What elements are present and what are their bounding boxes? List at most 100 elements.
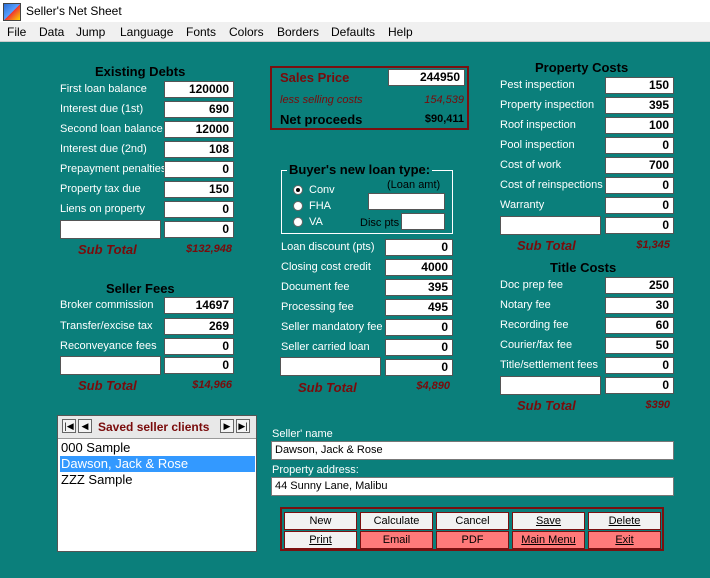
second-loan-field[interactable]: 12000 xyxy=(164,121,234,138)
custom-debt-field[interactable]: 0 xyxy=(164,221,234,238)
disc-pts-label: Disc pts xyxy=(360,217,400,229)
first-loan-label: First loan balance xyxy=(60,83,147,95)
new-button[interactable]: New xyxy=(284,512,357,530)
window-title: Seller's Net Sheet xyxy=(26,4,122,18)
loan-conv-radio[interactable] xyxy=(293,185,303,195)
property-address-field[interactable]: 44 Sunny Lane, Malibu xyxy=(271,477,674,496)
menu-defaults[interactable]: Defaults xyxy=(331,25,375,39)
exit-button[interactable]: Exit xyxy=(588,531,661,549)
loan-discount-field[interactable]: 0 xyxy=(385,239,453,256)
custom-middle-label-input[interactable] xyxy=(280,357,381,376)
prev-record-button[interactable]: ◀ xyxy=(78,419,92,433)
property-tax-field[interactable]: 150 xyxy=(164,181,234,198)
pool-inspection-field[interactable]: 0 xyxy=(605,137,674,154)
net-proceeds-label: Net proceeds xyxy=(280,112,363,127)
property-tax-label: Property tax due xyxy=(60,183,141,195)
loan-fha-radio[interactable] xyxy=(293,201,303,211)
custom-debt-label-input[interactable] xyxy=(60,220,161,239)
client-list-item[interactable]: 000 Sample xyxy=(60,440,255,456)
menu-colors[interactable]: Colors xyxy=(229,25,264,39)
document-fee-field[interactable]: 395 xyxy=(385,279,453,296)
menu-file[interactable]: File xyxy=(7,25,26,39)
app-icon xyxy=(3,3,21,21)
loan-conv-label: Conv xyxy=(309,184,335,196)
reconveyance-label: Reconveyance fees xyxy=(60,340,157,352)
custom-middle-field[interactable]: 0 xyxy=(385,359,453,376)
prepayment-label: Prepayment penalties xyxy=(60,163,167,175)
menu-language[interactable]: Language xyxy=(120,25,173,39)
menu-fonts[interactable]: Fonts xyxy=(186,25,216,39)
settlement-fees-field[interactable]: 0 xyxy=(605,357,674,374)
last-record-button[interactable]: ▶| xyxy=(236,419,250,433)
reconveyance-field[interactable]: 0 xyxy=(164,338,234,355)
recording-fee-label: Recording fee xyxy=(500,319,569,331)
reinspections-label: Cost of reinspections xyxy=(500,179,603,191)
custom-property-field[interactable]: 0 xyxy=(605,217,674,234)
disc-pts-field[interactable] xyxy=(401,213,445,230)
client-list-item[interactable]: ZZZ Sample xyxy=(60,472,255,488)
processing-fee-field[interactable]: 495 xyxy=(385,299,453,316)
title-subtotal-label: Sub Total xyxy=(517,398,576,413)
pest-inspection-label: Pest inspection xyxy=(500,79,575,91)
seller-name-field[interactable]: Dawson, Jack & Rose xyxy=(271,441,674,460)
liens-field[interactable]: 0 xyxy=(164,201,234,218)
custom-title-label-input[interactable] xyxy=(500,376,601,395)
property-subtotal-value: $1,345 xyxy=(636,239,670,251)
mandatory-fee-field[interactable]: 0 xyxy=(385,319,453,336)
closing-credit-field[interactable]: 4000 xyxy=(385,259,453,276)
warranty-field[interactable]: 0 xyxy=(605,197,674,214)
property-inspection-field[interactable]: 395 xyxy=(605,97,674,114)
email-button[interactable]: Email xyxy=(360,531,433,549)
print-button[interactable]: Print xyxy=(284,531,357,549)
cancel-button[interactable]: Cancel xyxy=(436,512,509,530)
courier-fee-label: Courier/fax fee xyxy=(500,339,573,351)
sales-price-field[interactable]: 244950 xyxy=(388,69,465,86)
fees-subtotal-label: Sub Total xyxy=(78,378,137,393)
loan-amt-label: (Loan amt) xyxy=(387,179,441,191)
first-loan-field[interactable]: 120000 xyxy=(164,81,234,98)
reinspections-field[interactable]: 0 xyxy=(605,177,674,194)
delete-button[interactable]: Delete xyxy=(588,512,661,530)
first-record-button[interactable]: |◀ xyxy=(62,419,76,433)
recording-fee-field[interactable]: 60 xyxy=(605,317,674,334)
carried-loan-field[interactable]: 0 xyxy=(385,339,453,356)
main-menu-button[interactable]: Main Menu xyxy=(512,531,585,549)
broker-commission-field[interactable]: 14697 xyxy=(164,297,234,314)
courier-fee-field[interactable]: 50 xyxy=(605,337,674,354)
custom-title-field[interactable]: 0 xyxy=(605,377,674,394)
prepayment-field[interactable]: 0 xyxy=(164,161,234,178)
notary-fee-field[interactable]: 30 xyxy=(605,297,674,314)
loan-va-radio[interactable] xyxy=(293,217,303,227)
custom-fee-field[interactable]: 0 xyxy=(164,357,234,374)
cost-of-work-field[interactable]: 700 xyxy=(605,157,674,174)
closing-credit-label: Closing cost credit xyxy=(281,261,371,273)
menu-data[interactable]: Data xyxy=(39,25,64,39)
notary-fee-label: Notary fee xyxy=(500,299,551,311)
loan-amount-field[interactable] xyxy=(368,193,445,210)
seller-name-label: Seller' name xyxy=(272,428,333,440)
custom-fee-label-input[interactable] xyxy=(60,356,161,375)
menu-help[interactable]: Help xyxy=(388,25,413,39)
warranty-label: Warranty xyxy=(500,199,545,211)
carried-loan-label: Seller carried loan xyxy=(281,341,370,353)
save-button[interactable]: Save xyxy=(512,512,585,530)
interest-1st-field[interactable]: 690 xyxy=(164,101,234,118)
custom-property-label-input[interactable] xyxy=(500,216,601,235)
loan-discount-label: Loan discount (pts) xyxy=(281,241,375,253)
calculate-button[interactable]: Calculate xyxy=(360,512,433,530)
next-record-button[interactable]: ▶ xyxy=(220,419,234,433)
title-costs-title: Title Costs xyxy=(550,260,617,275)
roof-inspection-field[interactable]: 100 xyxy=(605,117,674,134)
title-subtotal-value: $390 xyxy=(645,399,670,411)
interest-2nd-field[interactable]: 108 xyxy=(164,141,234,158)
transfer-tax-field[interactable]: 269 xyxy=(164,318,234,335)
pest-inspection-field[interactable]: 150 xyxy=(605,77,674,94)
interest-1st-label: Interest due (1st) xyxy=(60,103,144,115)
menu-borders[interactable]: Borders xyxy=(277,25,319,39)
menu-jump[interactable]: Jump xyxy=(76,25,105,39)
pdf-button[interactable]: PDF xyxy=(436,531,509,549)
sales-price-label: Sales Price xyxy=(280,70,350,85)
doc-prep-field[interactable]: 250 xyxy=(605,277,674,294)
processing-fee-label: Processing fee xyxy=(281,301,354,313)
client-list-item-selected[interactable]: Dawson, Jack & Rose xyxy=(60,456,255,472)
